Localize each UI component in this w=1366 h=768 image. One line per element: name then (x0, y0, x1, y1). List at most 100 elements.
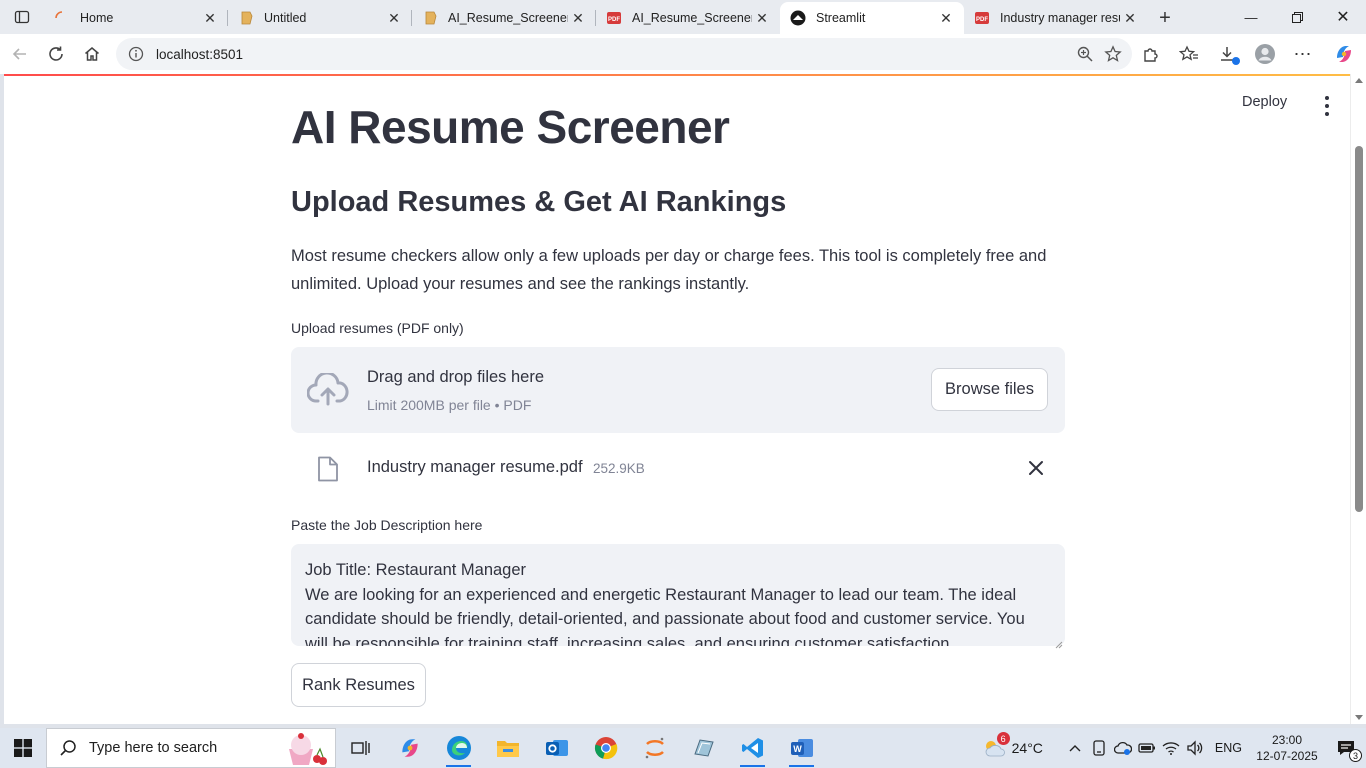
chevron-up-icon (1069, 745, 1081, 752)
tab-ai-resume-screener[interactable]: AI_Resume_Screener ✕ (412, 2, 596, 34)
clock[interactable]: 23:00 12-07-2025 (1248, 732, 1326, 764)
rank-resumes-button[interactable]: Rank Resumes (291, 663, 426, 707)
close-window-button[interactable]: ✕ (1320, 0, 1366, 34)
scroll-thumb[interactable] (1355, 146, 1363, 512)
chrome-taskbar-button[interactable] (581, 728, 630, 768)
textarea-resize-handle[interactable] (1055, 636, 1063, 654)
download-status-dot (1232, 57, 1240, 65)
uploaded-file-size: 252.9KB (593, 461, 645, 476)
language-indicator[interactable]: ENG (1215, 741, 1242, 755)
device-icon[interactable] (1087, 740, 1111, 756)
tab-untitled[interactable]: Untitled ✕ (228, 2, 412, 34)
scroll-up-arrow[interactable] (1355, 78, 1363, 83)
outlook-icon (545, 740, 568, 756)
battery-icon[interactable] (1135, 742, 1159, 754)
copilot-icon (1337, 46, 1351, 62)
close-tab-icon[interactable]: ✕ (936, 8, 956, 28)
restore-button[interactable] (1274, 0, 1320, 34)
browser-tab-strip: Home ✕ Untitled ✕ AI_Resume_Screener ✕ P… (0, 0, 1366, 34)
page-scrollbar[interactable] (1350, 74, 1366, 724)
pdf-icon: PDF (974, 10, 990, 26)
menu-dot (1325, 96, 1329, 100)
tab-streamlit[interactable]: Streamlit ✕ (780, 2, 964, 34)
weather-widget[interactable]: 6 24°C (982, 732, 1043, 758)
scroll-down-arrow[interactable] (1355, 715, 1363, 720)
description-text: Most resume checkers allow only a few up… (291, 247, 1047, 293)
favorites-button[interactable] (1170, 38, 1208, 70)
browser-toolbar: localhost:8501 ⋯ (0, 34, 1366, 74)
jupyter-icon (645, 737, 664, 759)
reload-button[interactable] (38, 38, 74, 70)
close-tab-icon[interactable]: ✕ (384, 8, 404, 28)
search-icon (60, 740, 76, 756)
deploy-button[interactable]: Deploy (1242, 94, 1287, 110)
url-text: localhost:8501 (156, 46, 244, 62)
close-tab-icon[interactable]: ✕ (568, 8, 588, 28)
tab-ai-resume-screener-pdf[interactable]: PDF AI_Resume_Screener.pdf ✕ (596, 2, 780, 34)
cloud-upload-icon (307, 373, 349, 406)
dropzone-limit: Limit 200MB per file • PDF (367, 397, 532, 413)
favorite-star-icon[interactable] (1104, 45, 1122, 63)
copilot-taskbar-button[interactable] (385, 728, 434, 768)
file-explorer-taskbar-button[interactable] (483, 728, 532, 768)
volume-icon[interactable] (1183, 740, 1207, 756)
remove-file-icon[interactable] (1027, 459, 1045, 477)
word-icon: W (790, 739, 813, 757)
job-description-label: Paste the Job Description here (291, 517, 483, 533)
tab-industry-manager-resume[interactable]: PDF Industry manager resume ✕ (964, 2, 1148, 34)
edge-taskbar-button[interactable] (434, 728, 483, 768)
info-icon[interactable] (128, 46, 144, 62)
notification-count-badge: 3 (1349, 749, 1362, 762)
reload-icon (49, 46, 63, 61)
copilot-icon (401, 739, 418, 757)
extensions-button[interactable] (1132, 38, 1170, 70)
start-button[interactable] (0, 728, 46, 768)
back-button[interactable] (2, 38, 38, 70)
minimize-icon: — (1244, 9, 1258, 25)
task-view-button[interactable] (336, 728, 385, 768)
search-placeholder: Type here to search (89, 740, 218, 756)
tab-home[interactable]: Home ✕ (44, 2, 228, 34)
zoom-icon[interactable] (1076, 45, 1094, 63)
main-menu-button[interactable] (1320, 94, 1334, 118)
profile-button[interactable] (1246, 38, 1284, 70)
restore-icon (1291, 11, 1303, 23)
close-tab-icon[interactable]: ✕ (200, 8, 220, 28)
header-decoration-bar (4, 74, 1350, 76)
job-description-textarea[interactable]: Job Title: Restaurant Manager We are loo… (291, 544, 1065, 646)
downloads-button[interactable] (1208, 38, 1246, 70)
tab-actions-button[interactable] (0, 0, 44, 34)
cloud-sync-icon[interactable] (1111, 740, 1135, 756)
address-bar[interactable]: localhost:8501 (116, 38, 1132, 70)
home-button[interactable] (74, 38, 110, 70)
app-icon (693, 739, 714, 757)
word-taskbar-button[interactable]: W (777, 728, 826, 768)
task-view-icon (350, 741, 370, 755)
new-tab-button[interactable]: + (1148, 2, 1182, 34)
app-taskbar-button[interactable] (679, 728, 728, 768)
tab-label: Home (80, 11, 114, 25)
jupyter-taskbar-button[interactable] (630, 728, 679, 768)
browse-files-button[interactable]: Browse files (931, 368, 1048, 411)
close-icon: ✕ (1336, 9, 1350, 26)
notebook-icon (422, 10, 438, 26)
vscode-taskbar-button[interactable] (728, 728, 777, 768)
wifi-icon[interactable] (1159, 740, 1183, 756)
cupcake-icon (289, 733, 327, 765)
folder-icon (496, 741, 519, 757)
close-tab-icon[interactable]: ✕ (752, 8, 772, 28)
close-tab-icon[interactable]: ✕ (1120, 8, 1140, 28)
chrome-icon (594, 737, 617, 760)
taskbar-search[interactable]: Type here to search (46, 728, 336, 768)
tab-label: Industry manager resume (1000, 11, 1120, 25)
minimize-button[interactable]: — (1228, 0, 1274, 34)
notifications-button[interactable]: 3 (1326, 728, 1366, 768)
windows-logo-icon (14, 739, 32, 757)
svg-text:PDF: PDF (608, 17, 620, 23)
file-dropzone[interactable]: Drag and drop files here Limit 200MB per… (291, 347, 1065, 433)
svg-text:W: W (793, 744, 802, 754)
outlook-taskbar-button[interactable] (532, 728, 581, 768)
settings-more-button[interactable]: ⋯ (1284, 38, 1322, 70)
show-hidden-icons-button[interactable] (1063, 744, 1087, 752)
copilot-button[interactable] (1322, 38, 1366, 70)
